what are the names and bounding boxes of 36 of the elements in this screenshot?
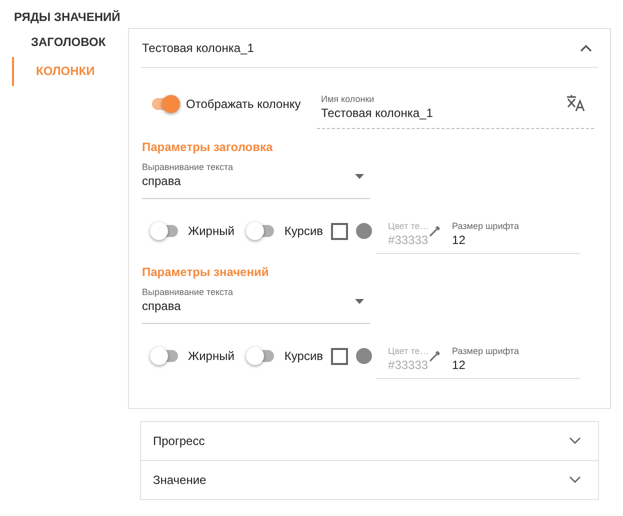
sidebar-title: РЯДЫ ЗНАЧЕНИЙ: [13, 10, 122, 26]
toggle-switch[interactable]: [152, 225, 178, 237]
toggle-switch[interactable]: [248, 350, 274, 362]
dropdown-caret-icon[interactable]: [355, 299, 364, 304]
toggle-switch[interactable]: [152, 98, 178, 110]
panel-title[interactable]: Тестовая колонка_1: [142, 41, 254, 55]
toggle-label: Отображать колонку: [186, 97, 301, 111]
color-swatch[interactable]: [356, 223, 372, 239]
chevron-icon[interactable]: [580, 44, 592, 52]
chevron-icon[interactable]: [569, 476, 581, 484]
font-size-field[interactable]: Размер шрифта 12: [448, 214, 580, 254]
dropdown-caret-icon[interactable]: [355, 174, 364, 179]
section-title: Параметры значений: [142, 265, 270, 281]
collapsed-panel[interactable]: Значение: [141, 460, 598, 499]
toggle-label: Жирный: [188, 224, 234, 238]
checkbox[interactable]: [331, 348, 348, 364]
collapsed-panel[interactable]: Прогресс: [141, 422, 598, 460]
toggle-label: Курсив: [284, 224, 324, 238]
column-name-field[interactable]: Имя колонки Тестовая колонка_1: [317, 88, 594, 128]
alignment-dropdown[interactable]: Выравнивание текста справа: [142, 285, 370, 324]
translate-icon[interactable]: [566, 94, 586, 112]
font-size-field[interactable]: Размер шрифта 12: [448, 340, 580, 378]
section-title: Параметры заголовка: [142, 140, 274, 156]
panel-title[interactable]: Значение: [153, 473, 206, 487]
alignment-dropdown[interactable]: Выравнивание текста справа: [142, 160, 370, 199]
toggle-label: Жирный: [188, 349, 234, 363]
sidebar-item[interactable]: ЗАГОЛОВОК: [12, 28, 128, 57]
color-swatch[interactable]: [356, 348, 372, 364]
eyedropper-icon[interactable]: [428, 349, 442, 363]
eyedropper-icon[interactable]: [428, 224, 442, 238]
toggle-label: Курсив: [284, 349, 324, 363]
toggle-switch[interactable]: [248, 225, 274, 237]
toggle-switch[interactable]: [152, 350, 178, 362]
checkbox[interactable]: [331, 222, 348, 240]
chevron-icon[interactable]: [569, 437, 581, 445]
panel-title[interactable]: Прогресс: [153, 434, 205, 448]
